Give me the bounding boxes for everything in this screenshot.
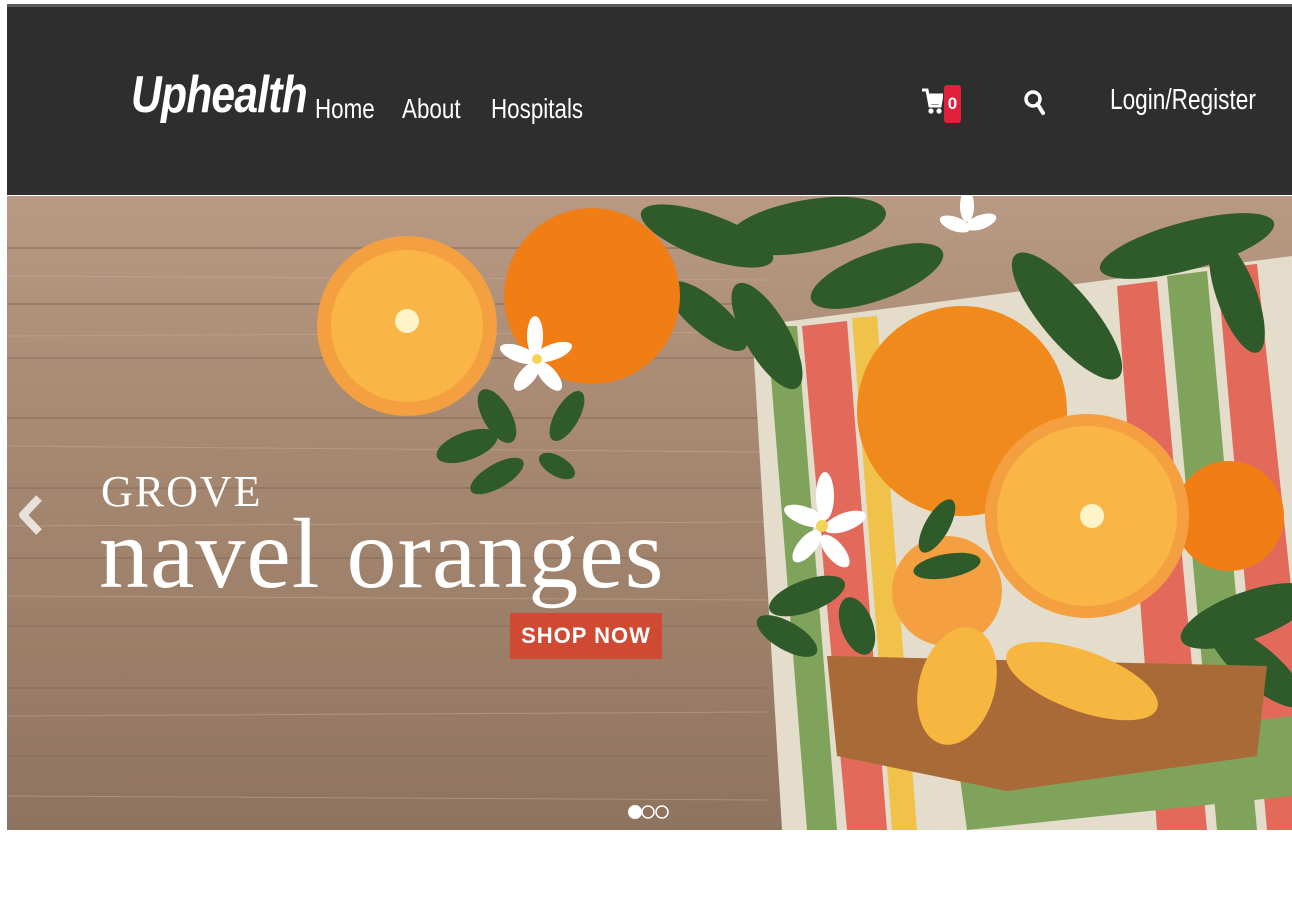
nav-home[interactable]: Home [315, 93, 375, 125]
hero-carousel: GROVE navel oranges SHOP NOW [7, 196, 1292, 830]
navbar: Uphealth Home About Hospitals 0 Login/Re… [7, 7, 1292, 195]
search-icon[interactable] [1023, 88, 1045, 123]
nav-about[interactable]: About [402, 93, 461, 125]
brand-logo[interactable]: Uphealth [131, 65, 308, 125]
carousel-indicators [627, 802, 677, 827]
cart-button[interactable]: 0 [921, 83, 971, 123]
cart-icon [922, 88, 943, 114]
carousel-dot-1[interactable] [628, 805, 642, 819]
login-register-link[interactable]: Login/Register [1110, 84, 1256, 117]
carousel-dot-3[interactable] [655, 805, 669, 819]
carousel-prev-arrow-icon[interactable] [17, 494, 45, 541]
cart-count-badge: 0 [944, 85, 961, 123]
shop-now-button[interactable]: SHOP NOW [510, 613, 662, 659]
carousel-dot-2[interactable] [641, 805, 655, 819]
hero-title: navel oranges [99, 498, 665, 609]
nav-hospitals[interactable]: Hospitals [491, 93, 583, 125]
